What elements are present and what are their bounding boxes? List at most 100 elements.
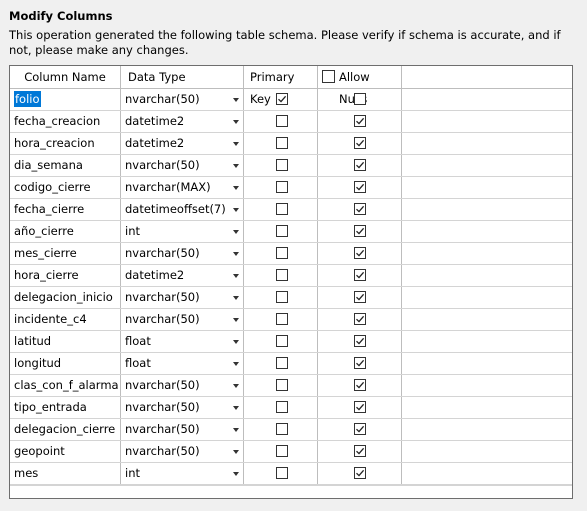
data-type-select[interactable]: nvarchar(50) [121, 243, 244, 264]
column-name-cell[interactable]: año_cierre [10, 221, 121, 242]
allow-nulls-checkbox[interactable] [354, 115, 366, 127]
chevron-down-icon[interactable] [233, 164, 239, 168]
chevron-down-icon[interactable] [233, 274, 239, 278]
table-row[interactable]: hora_creacion datetime2 [10, 133, 572, 155]
table-row[interactable]: delegacion_inicio nvarchar(50) [10, 287, 572, 309]
allow-nulls-checkbox[interactable] [354, 159, 366, 171]
allow-nulls-checkbox[interactable] [354, 291, 366, 303]
header-allow-nulls[interactable]: Allow Nulls [318, 66, 402, 106]
data-type-select[interactable]: nvarchar(MAX) [121, 177, 244, 198]
chevron-down-icon[interactable] [233, 318, 239, 322]
column-name-cell[interactable]: folio [10, 89, 121, 110]
data-type-select[interactable]: nvarchar(50) [121, 89, 244, 110]
column-name-cell[interactable]: dia_semana [10, 155, 121, 176]
primary-key-checkbox[interactable] [276, 291, 288, 303]
column-name-cell[interactable]: delegacion_cierre [10, 419, 121, 440]
chevron-down-icon[interactable] [233, 384, 239, 388]
primary-key-checkbox[interactable] [276, 203, 288, 215]
chevron-down-icon[interactable] [233, 472, 239, 476]
table-row[interactable]: folio nvarchar(50) [10, 89, 572, 111]
chevron-down-icon[interactable] [233, 450, 239, 454]
data-type-select[interactable]: int [121, 221, 244, 242]
chevron-down-icon[interactable] [233, 230, 239, 234]
header-primary-key[interactable]: Primary Key [244, 66, 318, 106]
allow-nulls-all-checkbox[interactable] [322, 70, 335, 83]
allow-nulls-checkbox[interactable] [354, 423, 366, 435]
chevron-down-icon[interactable] [233, 428, 239, 432]
data-type-select[interactable]: datetime2 [121, 133, 244, 154]
new-row-placeholder[interactable] [10, 485, 572, 498]
table-row[interactable]: incidente_c4 nvarchar(50) [10, 309, 572, 331]
column-name-cell[interactable]: fecha_cierre [10, 199, 121, 220]
table-row[interactable]: delegacion_cierre nvarchar(50) [10, 419, 572, 441]
primary-key-checkbox[interactable] [276, 313, 288, 325]
primary-key-checkbox[interactable] [276, 445, 288, 457]
table-row[interactable]: fecha_cierre datetimeoffset(7) [10, 199, 572, 221]
chevron-down-icon[interactable] [233, 98, 239, 102]
primary-key-checkbox[interactable] [276, 467, 288, 479]
allow-nulls-checkbox[interactable] [354, 181, 366, 193]
allow-nulls-checkbox[interactable] [354, 313, 366, 325]
column-name-cell[interactable]: latitud [10, 331, 121, 352]
allow-nulls-checkbox[interactable] [354, 225, 366, 237]
column-name-cell[interactable]: clas_con_f_alarma [10, 375, 121, 396]
data-type-select[interactable]: nvarchar(50) [121, 419, 244, 440]
data-type-select[interactable]: datetime2 [121, 111, 244, 132]
allow-nulls-checkbox[interactable] [354, 93, 366, 105]
table-row[interactable]: latitud float [10, 331, 572, 353]
allow-nulls-checkbox[interactable] [354, 445, 366, 457]
primary-key-checkbox[interactable] [276, 401, 288, 413]
column-name-cell[interactable]: hora_creacion [10, 133, 121, 154]
primary-key-checkbox[interactable] [276, 93, 288, 105]
chevron-down-icon[interactable] [233, 252, 239, 256]
column-name-cell[interactable]: mes [10, 463, 121, 484]
table-row[interactable]: dia_semana nvarchar(50) [10, 155, 572, 177]
chevron-down-icon[interactable] [233, 362, 239, 366]
primary-key-checkbox[interactable] [276, 423, 288, 435]
data-type-select[interactable]: nvarchar(50) [121, 375, 244, 396]
primary-key-checkbox[interactable] [276, 115, 288, 127]
allow-nulls-checkbox[interactable] [354, 467, 366, 479]
primary-key-checkbox[interactable] [276, 269, 288, 281]
data-type-select[interactable]: nvarchar(50) [121, 309, 244, 330]
data-type-select[interactable]: float [121, 353, 244, 374]
column-name-cell[interactable]: hora_cierre [10, 265, 121, 286]
table-row[interactable]: geopoint nvarchar(50) [10, 441, 572, 463]
column-name-cell[interactable]: mes_cierre [10, 243, 121, 264]
header-column-name[interactable]: Column Name [10, 66, 121, 88]
allow-nulls-checkbox[interactable] [354, 247, 366, 259]
data-type-select[interactable]: float [121, 331, 244, 352]
chevron-down-icon[interactable] [233, 120, 239, 124]
table-row[interactable]: codigo_cierre nvarchar(MAX) [10, 177, 572, 199]
allow-nulls-checkbox[interactable] [354, 137, 366, 149]
column-name-cell[interactable]: delegacion_inicio [10, 287, 121, 308]
table-row[interactable]: mes int [10, 463, 572, 485]
chevron-down-icon[interactable] [233, 406, 239, 410]
table-row[interactable]: hora_cierre datetime2 [10, 265, 572, 287]
primary-key-checkbox[interactable] [276, 357, 288, 369]
data-type-select[interactable]: datetimeoffset(7) [121, 199, 244, 220]
chevron-down-icon[interactable] [233, 296, 239, 300]
data-type-select[interactable]: nvarchar(50) [121, 441, 244, 462]
allow-nulls-checkbox[interactable] [354, 269, 366, 281]
chevron-down-icon[interactable] [233, 186, 239, 190]
column-name-cell[interactable]: codigo_cierre [10, 177, 121, 198]
table-row[interactable]: fecha_creacion datetime2 [10, 111, 572, 133]
table-row[interactable]: mes_cierre nvarchar(50) [10, 243, 572, 265]
allow-nulls-checkbox[interactable] [354, 401, 366, 413]
data-type-select[interactable]: nvarchar(50) [121, 155, 244, 176]
chevron-down-icon[interactable] [233, 208, 239, 212]
chevron-down-icon[interactable] [233, 142, 239, 146]
table-row[interactable]: clas_con_f_alarma nvarchar(50) [10, 375, 572, 397]
header-data-type[interactable]: Data Type [121, 66, 244, 88]
data-type-select[interactable]: nvarchar(50) [121, 397, 244, 418]
allow-nulls-checkbox[interactable] [354, 335, 366, 347]
primary-key-checkbox[interactable] [276, 137, 288, 149]
primary-key-checkbox[interactable] [276, 247, 288, 259]
table-row[interactable]: longitud float [10, 353, 572, 375]
primary-key-checkbox[interactable] [276, 225, 288, 237]
data-type-select[interactable]: nvarchar(50) [121, 287, 244, 308]
data-type-select[interactable]: datetime2 [121, 265, 244, 286]
table-row[interactable]: año_cierre int [10, 221, 572, 243]
primary-key-checkbox[interactable] [276, 159, 288, 171]
